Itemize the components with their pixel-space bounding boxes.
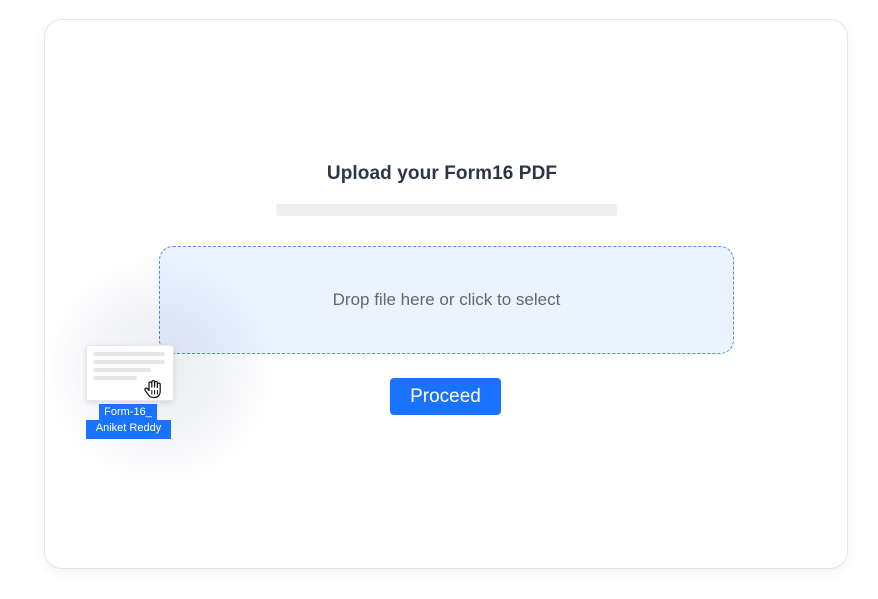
dropzone-text: Drop file here or click to select: [332, 290, 561, 309]
dragged-file-name-line1: Form-16_: [99, 404, 157, 420]
page-title: Upload your Form16 PDF: [326, 163, 558, 184]
upload-progress-bar: [276, 204, 617, 216]
file-preview-line: [93, 368, 151, 372]
proceed-button[interactable]: Proceed: [390, 378, 501, 415]
file-preview-line: [93, 376, 137, 380]
grab-hand-icon: [144, 380, 161, 399]
file-preview-line: [93, 360, 165, 364]
dragged-file-name-line2: Aniket Reddy: [86, 420, 171, 439]
file-dropzone[interactable]: Drop file here or click to select: [159, 246, 734, 354]
file-preview-line: [93, 352, 165, 356]
